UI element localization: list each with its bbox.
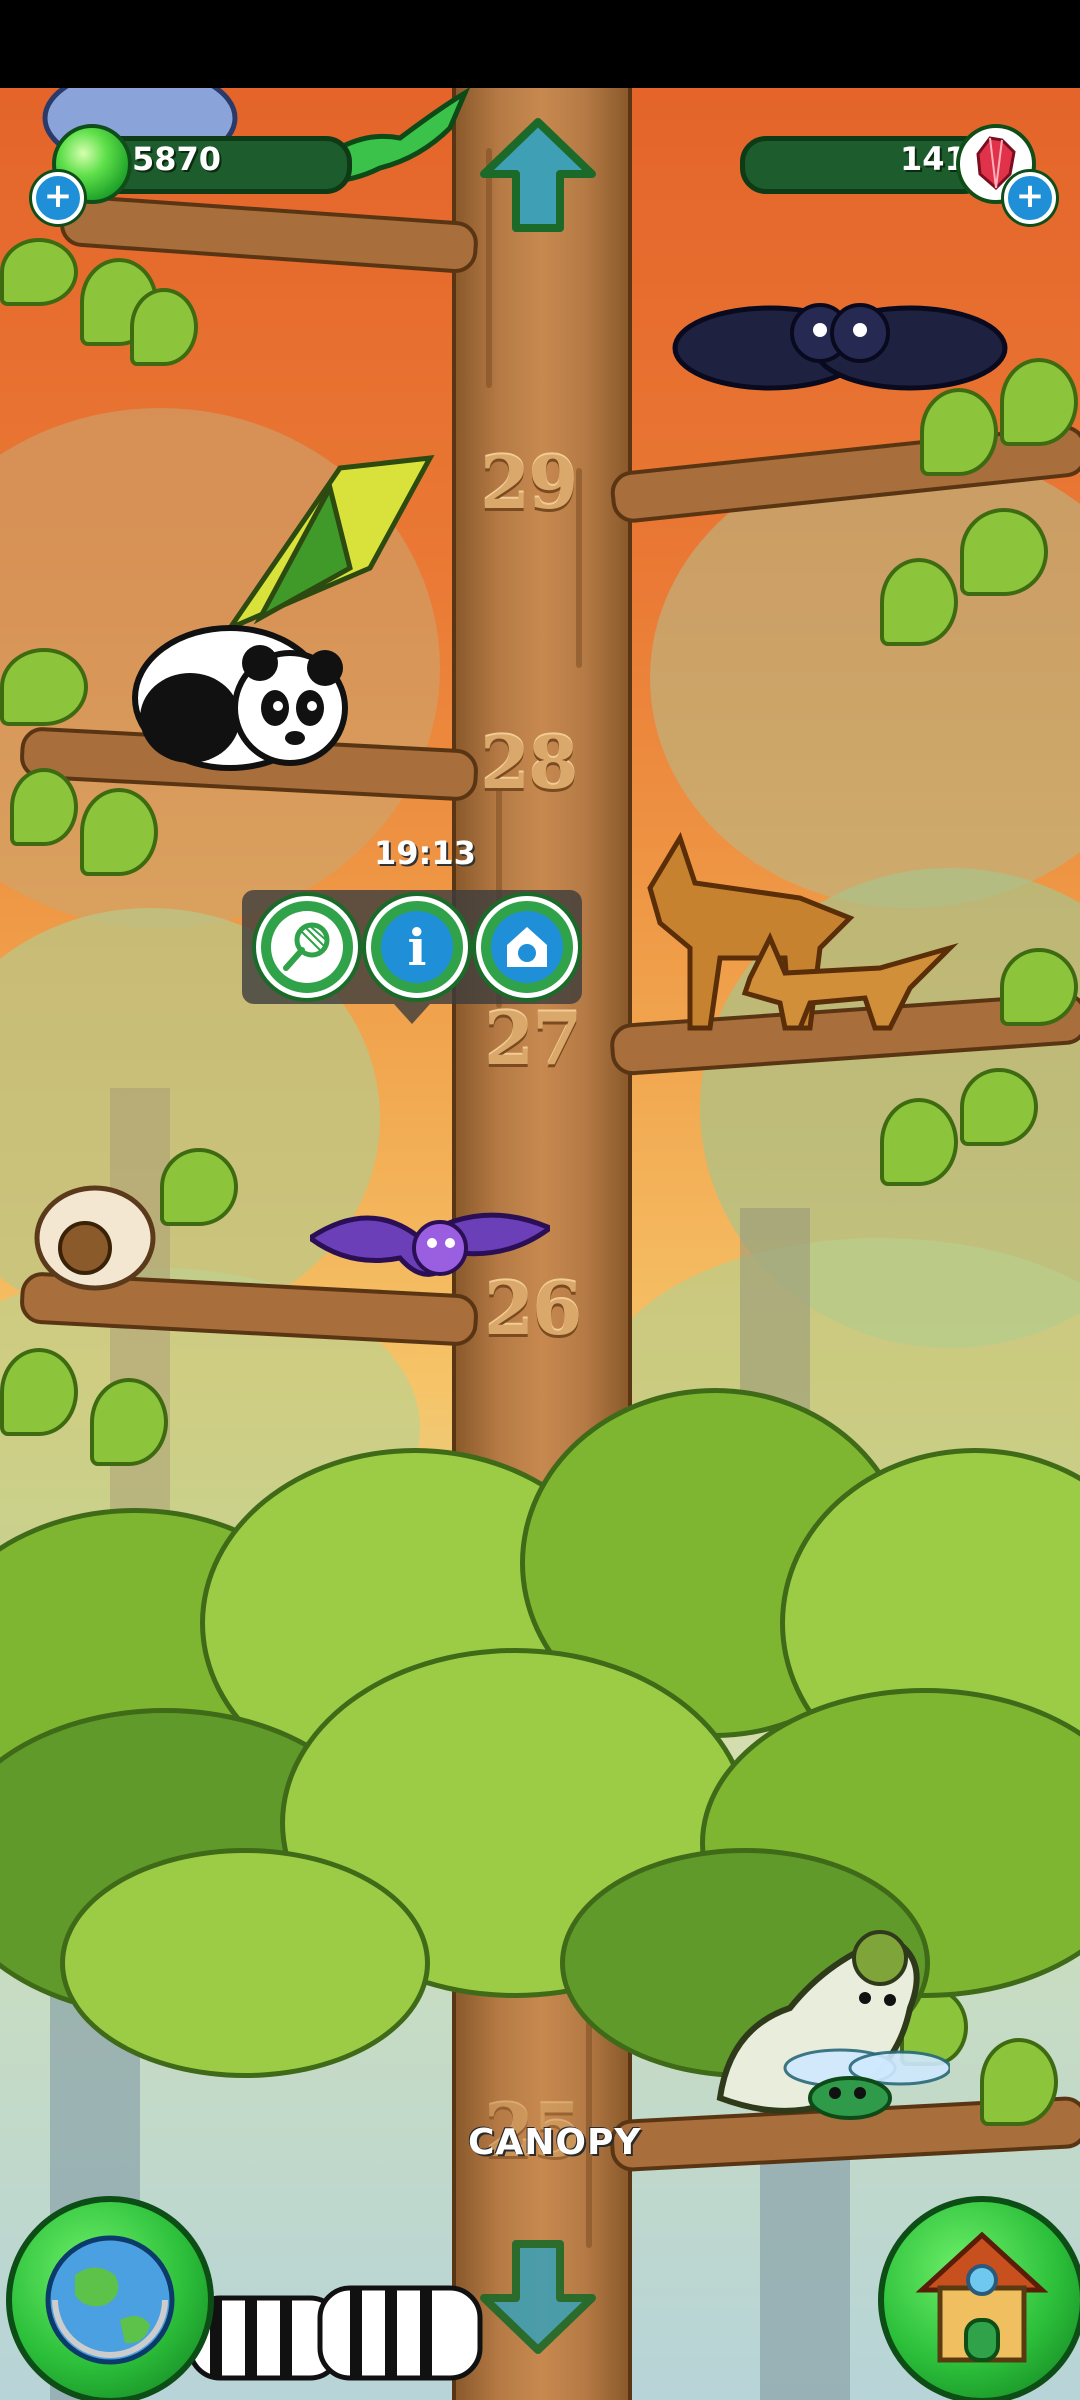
house-icon — [915, 2231, 1049, 2363]
current-floor-label: CANOPY — [468, 2122, 642, 2163]
leaf — [880, 1098, 958, 1186]
add-gems-button[interactable]: + — [32, 172, 84, 224]
floor-number-29: 29 — [480, 440, 578, 525]
info-icon: i — [381, 911, 453, 983]
add-crystals-button[interactable]: + — [1004, 172, 1056, 224]
leaf — [10, 768, 78, 846]
leaf — [160, 1148, 238, 1226]
info-button[interactable]: i — [366, 896, 468, 998]
leaf — [0, 648, 88, 726]
plus-icon: + — [43, 176, 73, 216]
woolly-creature[interactable] — [30, 1178, 160, 1298]
globe-icon — [45, 2235, 175, 2365]
zebra-pair[interactable] — [170, 2248, 500, 2400]
leaf — [0, 238, 78, 306]
leaf — [960, 1068, 1038, 1146]
status-bar — [0, 0, 1080, 88]
game-scene: 29 28 27 26 25 5870 + 141 + 19:13 i CANO… — [0, 88, 1080, 2400]
send-home-button[interactable] — [476, 896, 578, 998]
floor-number-27: 27 — [484, 996, 582, 1081]
crow-pair[interactable] — [670, 288, 1010, 418]
leaf — [1000, 948, 1078, 1026]
timer-label: 19:13 — [374, 834, 476, 872]
gems-value: 5870 — [132, 140, 222, 178]
floor-number-28: 28 — [480, 720, 578, 805]
leaf — [80, 788, 158, 876]
net-icon — [271, 911, 343, 983]
leaf — [1000, 358, 1078, 446]
catch-net-button[interactable] — [256, 896, 358, 998]
plus-icon: + — [1015, 176, 1045, 216]
dragonfly[interactable] — [780, 2028, 950, 2138]
leaf — [960, 508, 1048, 596]
leaf — [880, 558, 958, 646]
home-button[interactable] — [878, 2196, 1080, 2400]
trunk-grain — [576, 468, 582, 668]
bat[interactable] — [310, 1198, 550, 1298]
arrow-down-icon[interactable] — [478, 2236, 598, 2356]
leaf — [0, 1348, 78, 1436]
arrow-up-icon[interactable] — [478, 116, 598, 236]
leaf — [130, 288, 198, 366]
leaf — [90, 1378, 168, 1466]
leaf — [980, 2038, 1058, 2126]
panda[interactable] — [130, 598, 360, 778]
popup-pointer — [394, 1004, 430, 1024]
world-map-button[interactable] — [6, 2196, 214, 2400]
canopy-foliage — [60, 1848, 430, 2078]
pet-house-icon — [491, 911, 563, 983]
jackal-pair[interactable] — [620, 828, 960, 1048]
